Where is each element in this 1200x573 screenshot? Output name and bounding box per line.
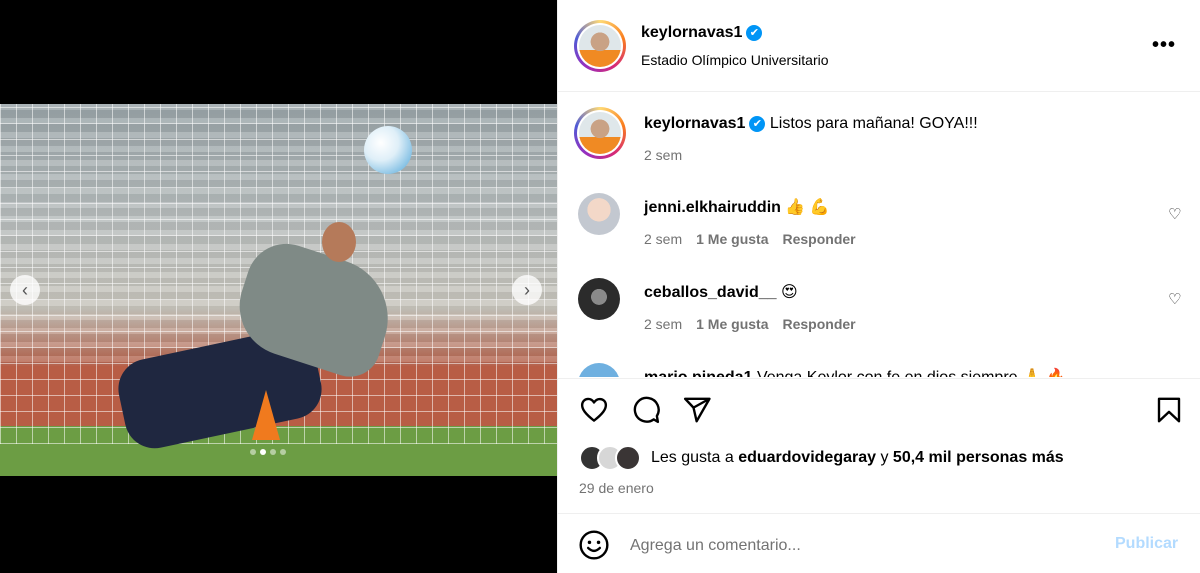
verified-badge-icon: ✔: [749, 115, 766, 132]
post-date[interactable]: 29 de enero: [579, 480, 654, 496]
comment-item: mario.pineda1 Venga Keylor con fe en dio…: [558, 363, 1200, 377]
verified-badge-icon: ✔: [746, 24, 763, 41]
caption-username[interactable]: keylornavas1: [644, 115, 745, 132]
publish-button[interactable]: Publicar: [1115, 535, 1178, 553]
chevron-left-icon: ‹: [22, 280, 28, 300]
carousel-dot: [270, 449, 276, 455]
commenter-avatar[interactable]: [578, 193, 620, 235]
reply-button[interactable]: Responder: [782, 316, 855, 332]
author-username-row: keylornavas1 ✔: [641, 24, 763, 42]
post-photo[interactable]: [0, 104, 557, 476]
comment-text: 😍: [780, 284, 798, 301]
avatar-image: [579, 25, 621, 67]
avatar-image: [579, 112, 621, 154]
comment-item: ceballos_david__ 😍 2 sem 1 Me gusta Resp…: [558, 278, 1200, 358]
caption-author-avatar[interactable]: [574, 107, 626, 159]
caption-timestamp[interactable]: 2 sem: [644, 147, 682, 163]
likes-summary: Les gusta a eduardovidegaray y 50,4 mil …: [579, 445, 1064, 471]
comment-meta: 2 sem 1 Me gusta Responder: [644, 316, 856, 332]
comment-timestamp[interactable]: 2 sem: [644, 231, 682, 247]
comment-line: ceballos_david__ 😍: [644, 282, 798, 302]
comment-item: jenni.elkhairuddin 👍 💪 2 sem 1 Me gusta …: [558, 193, 1200, 273]
share-paper-plane-icon[interactable]: [682, 395, 712, 425]
add-comment-bar: Publicar: [558, 515, 1200, 573]
post-header: keylornavas1 ✔ Estadio Olímpico Universit…: [558, 0, 1200, 92]
likes-featured-user[interactable]: eduardovidegaray: [738, 449, 876, 466]
commenter-avatar[interactable]: [578, 363, 620, 377]
likes-others-count[interactable]: 50,4 mil personas más: [893, 449, 1064, 466]
like-heart-icon[interactable]: [579, 395, 609, 425]
caption: keylornavas1 ✔ Listos para mañana! GOYA!!…: [644, 115, 978, 133]
comment-username[interactable]: ceballos_david__: [644, 284, 777, 301]
comment-likes-count[interactable]: 1 Me gusta: [696, 231, 768, 247]
comment-input[interactable]: [630, 529, 1100, 563]
comment-line: mario.pineda1 Venga Keylor con fe en dio…: [644, 367, 1066, 377]
comment-text: 👍 💪: [785, 199, 830, 216]
post-actions: Les gusta a eduardovidegaray y 50,4 mil …: [558, 378, 1200, 514]
comment-meta: 2 sem 1 Me gusta Responder: [644, 231, 856, 247]
liker-avatar[interactable]: [615, 445, 641, 471]
comment-text: Venga Keylor con fe en dios siempre 🙏 🔥: [757, 369, 1066, 377]
author-username[interactable]: keylornavas1: [641, 24, 742, 41]
post-media: ‹ ›: [0, 0, 557, 573]
more-options-icon[interactable]: •••: [1152, 34, 1176, 57]
next-slide-button[interactable]: ›: [512, 275, 542, 305]
emoji-smiley-icon[interactable]: [578, 529, 610, 561]
previous-slide-button[interactable]: ‹: [10, 275, 40, 305]
goalkeeper-head: [322, 222, 356, 262]
comment-likes-count[interactable]: 1 Me gusta: [696, 316, 768, 332]
post-location[interactable]: Estadio Olímpico Universitario: [641, 52, 829, 68]
likes-prefix: Les gusta a: [651, 449, 734, 466]
avatar-frame: [577, 110, 623, 156]
carousel-dot: [250, 449, 256, 455]
liker-avatars: [579, 445, 641, 471]
comment-like-heart-icon[interactable]: ♡: [1168, 205, 1181, 223]
comment-username[interactable]: jenni.elkhairuddin: [644, 199, 781, 216]
likes-connector: y: [880, 449, 889, 466]
save-bookmark-icon[interactable]: [1154, 395, 1184, 425]
carousel-dot-active: [260, 449, 266, 455]
comment-username[interactable]: mario.pineda1: [644, 369, 752, 377]
post-details-panel: keylornavas1 ✔ Estadio Olímpico Universit…: [557, 0, 1200, 573]
comment-timestamp[interactable]: 2 sem: [644, 316, 682, 332]
comment-bubble-icon[interactable]: [631, 395, 661, 425]
comments-section[interactable]: keylornavas1 ✔ Listos para mañana! GOYA!!…: [558, 93, 1200, 377]
soccer-ball: [364, 126, 412, 174]
carousel-indicator: [250, 449, 286, 455]
comment-line: jenni.elkhairuddin 👍 💪: [644, 197, 830, 217]
caption-text: Listos para mañana! GOYA!!!: [769, 115, 978, 132]
avatar-frame: [577, 23, 623, 69]
training-cone: [252, 390, 280, 440]
author-avatar[interactable]: [574, 20, 626, 72]
comment-like-heart-icon[interactable]: ♡: [1168, 290, 1181, 308]
likes-text: Les gusta a eduardovidegaray y 50,4 mil …: [651, 449, 1064, 467]
chevron-right-icon: ›: [524, 280, 530, 300]
commenter-avatar[interactable]: [578, 278, 620, 320]
carousel-dot: [280, 449, 286, 455]
reply-button[interactable]: Responder: [782, 231, 855, 247]
